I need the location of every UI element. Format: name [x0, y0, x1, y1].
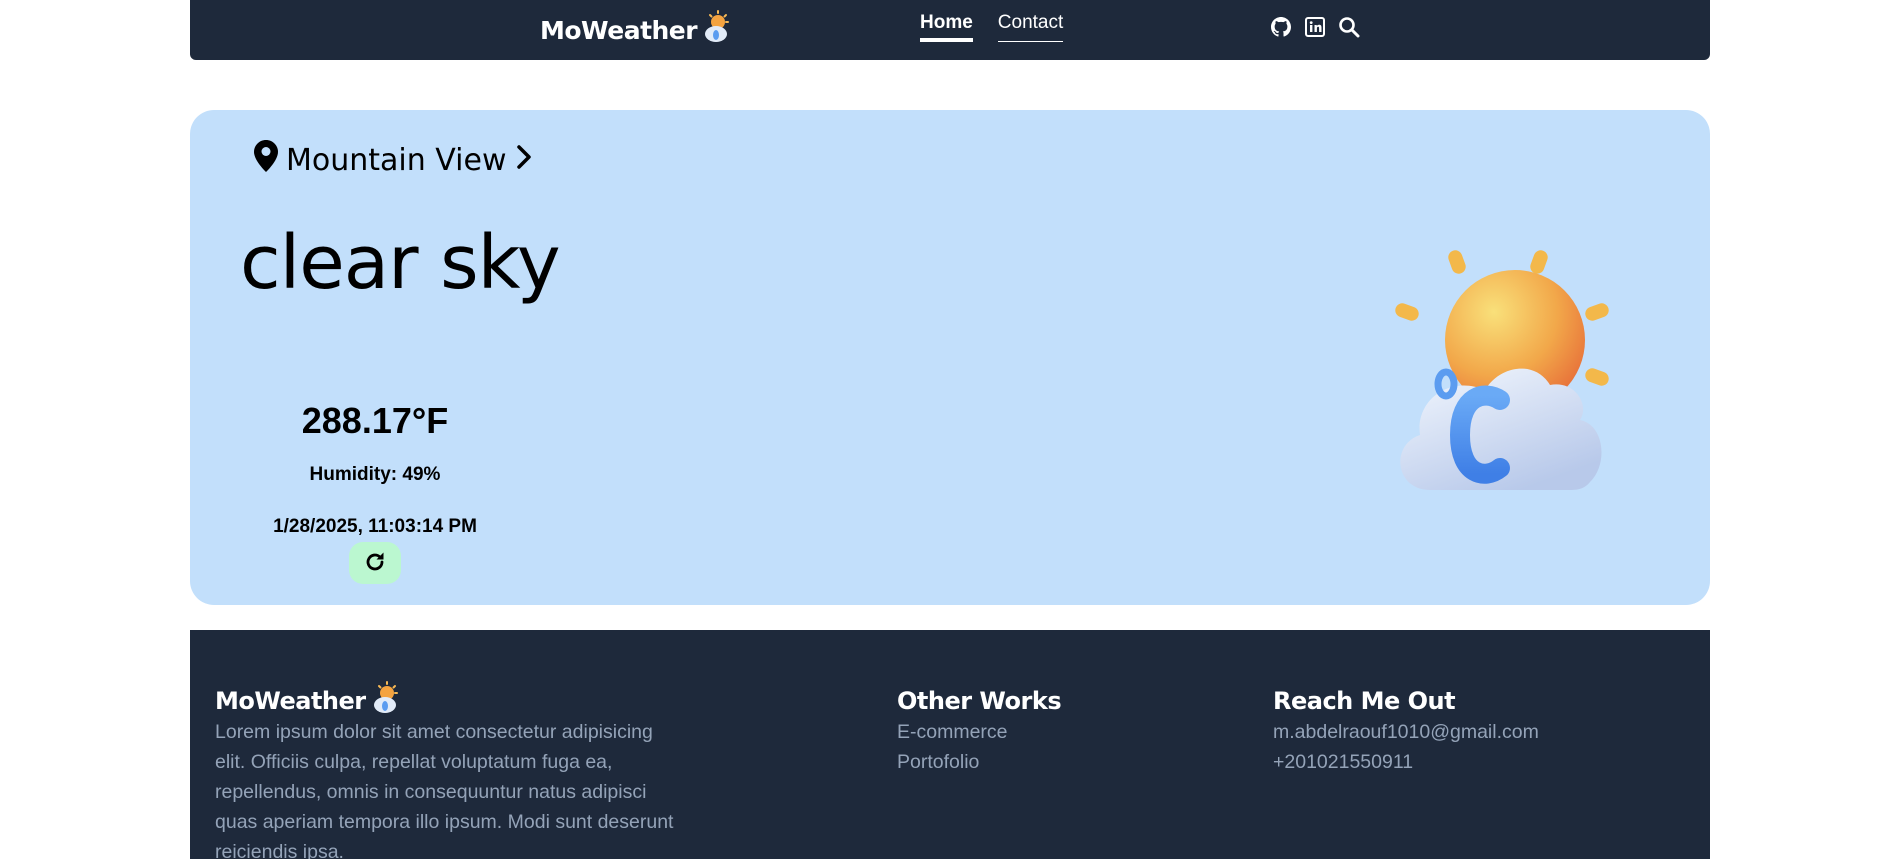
nav-icons	[1270, 16, 1360, 38]
navbar: MoWeather Home Contact	[190, 0, 1710, 60]
brand-name: MoWeather	[540, 15, 698, 45]
footer-about: MoWeather Lorem ipsum dolor sit amet con…	[215, 681, 685, 859]
weather-stats: 288.17°F Humidity: 49% 1/28/2025, 11:03:…	[260, 400, 490, 584]
sun-cloud-celsius-icon	[1390, 250, 1670, 530]
temperature: 288.17°F	[301, 400, 449, 441]
nav-link-home[interactable]: Home	[920, 12, 973, 42]
humidity: Humidity: 49%	[309, 464, 441, 485]
nav-link-contact[interactable]: Contact	[997, 12, 1064, 42]
nav-links: Home Contact	[920, 12, 1064, 42]
refresh-button[interactable]	[349, 542, 401, 584]
brand-logo[interactable]: MoWeather	[540, 10, 730, 50]
footer: MoWeather Lorem ipsum dolor sit amet con…	[190, 630, 1710, 859]
map-pin-icon	[254, 140, 278, 180]
footer-reach-out: Reach Me Out m.abdelraouf1010@gmail.com …	[1273, 685, 1539, 777]
footer-brand-name: MoWeather	[215, 687, 366, 715]
footer-phone-link[interactable]: +201021550911	[1273, 747, 1539, 777]
footer-about-text: Lorem ipsum dolor sit amet consectetur a…	[215, 721, 674, 859]
brand-weather-icon	[703, 10, 730, 50]
footer-other-works: Other Works E-commerce Portofolio	[897, 685, 1062, 777]
github-icon[interactable]	[1270, 16, 1292, 38]
weather-card: Mountain View clear sky 288.17°F Humidit…	[190, 110, 1710, 605]
search-icon[interactable]	[1338, 16, 1360, 38]
footer-brand: MoWeather	[215, 681, 685, 717]
footer-link-portfolio[interactable]: Portofolio	[897, 747, 1061, 777]
footer-reach-title: Reach Me Out	[1273, 687, 1456, 715]
footer-link-ecommerce[interactable]: E-commerce	[897, 717, 1061, 747]
weather-condition: clear sky	[240, 220, 561, 306]
location-name: Mountain View	[286, 142, 507, 178]
footer-other-works-title: Other Works	[897, 687, 1062, 715]
chevron-right-icon	[515, 143, 533, 178]
linkedin-icon[interactable]	[1304, 16, 1326, 38]
location-selector[interactable]: Mountain View	[254, 140, 533, 180]
refresh-icon	[363, 550, 387, 577]
footer-email-link[interactable]: m.abdelraouf1010@gmail.com	[1273, 717, 1539, 747]
footer-brand-icon	[372, 681, 398, 721]
last-updated-datetime: 1/28/2025, 11:03:14 PM	[273, 516, 477, 537]
